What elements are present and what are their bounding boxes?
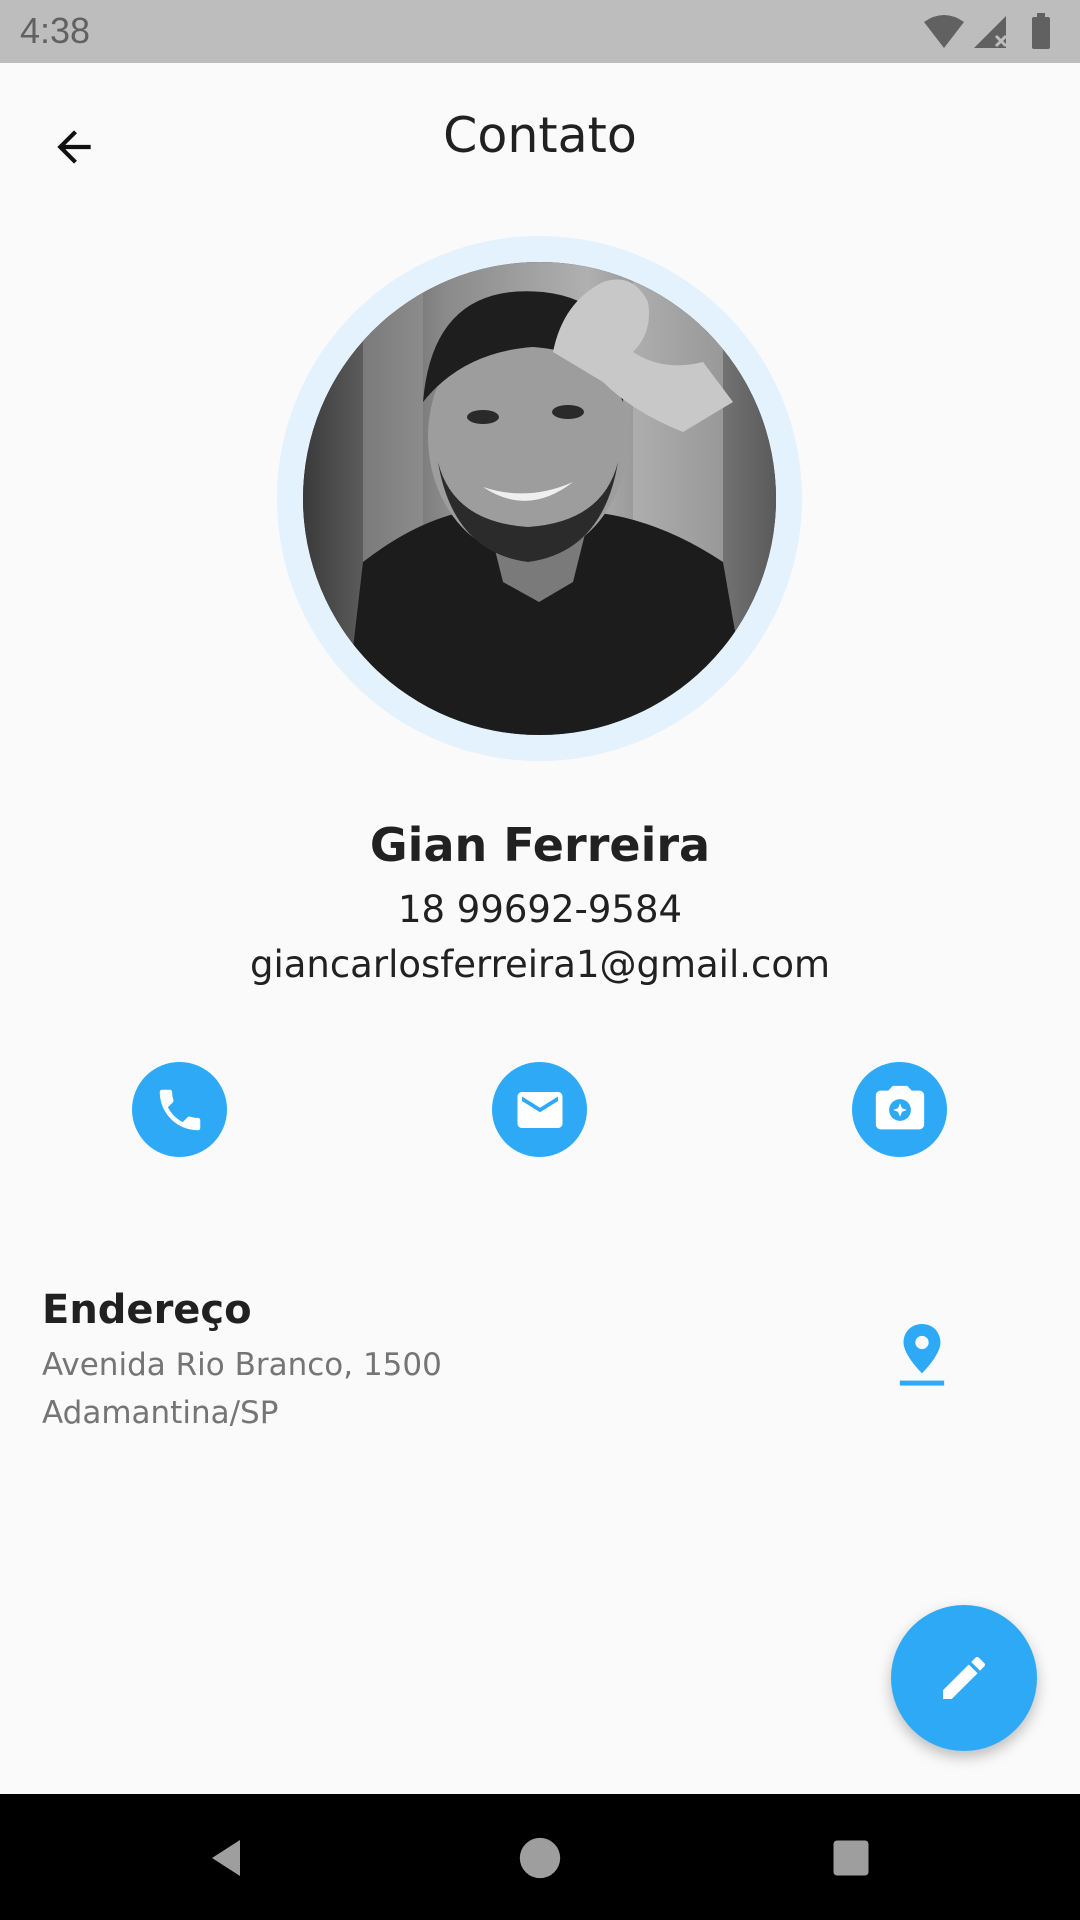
status-icons bbox=[922, 12, 1062, 52]
wifi-icon bbox=[924, 15, 964, 48]
battery-icon bbox=[1032, 13, 1050, 49]
camera-icon bbox=[875, 1085, 924, 1129]
system-nav-bar bbox=[0, 1794, 1080, 1920]
contact-phone: 18 99692-9584 bbox=[397, 888, 683, 931]
status-time: 4:38 bbox=[20, 10, 91, 51]
location-pin-icon bbox=[899, 1324, 945, 1386]
status-bar: 4:38 bbox=[0, 0, 1080, 63]
edit-pencil-icon bbox=[943, 1656, 986, 1699]
nav-home-button[interactable] bbox=[504, 1822, 576, 1894]
app-bar: Contato bbox=[0, 63, 1080, 211]
email-button[interactable] bbox=[492, 1062, 587, 1157]
camera-button[interactable] bbox=[852, 1062, 947, 1157]
address-street: Avenida Rio Branco, 1500 bbox=[42, 1347, 442, 1383]
edit-contact-fab[interactable] bbox=[891, 1605, 1037, 1751]
contact-email: giancarlosferreira1@gmail.com bbox=[249, 943, 831, 986]
address-title: Endereço bbox=[42, 1287, 252, 1333]
phone-icon bbox=[159, 1089, 200, 1130]
signal-icon bbox=[974, 16, 1008, 48]
nav-back-button[interactable] bbox=[190, 1822, 262, 1894]
recents-square-icon bbox=[833, 1840, 869, 1876]
contact-avatar[interactable] bbox=[303, 262, 776, 735]
page-title: Contato bbox=[443, 107, 637, 164]
contact-name: Gian Ferreira bbox=[369, 818, 711, 872]
call-button[interactable] bbox=[132, 1062, 227, 1157]
back-triangle-icon bbox=[212, 1840, 240, 1876]
open-map-button[interactable] bbox=[888, 1322, 956, 1390]
address-city: Adamantina/SP bbox=[42, 1395, 279, 1431]
nav-recents-button[interactable] bbox=[815, 1822, 887, 1894]
mail-icon bbox=[517, 1091, 562, 1128]
home-circle-icon bbox=[519, 1837, 561, 1879]
